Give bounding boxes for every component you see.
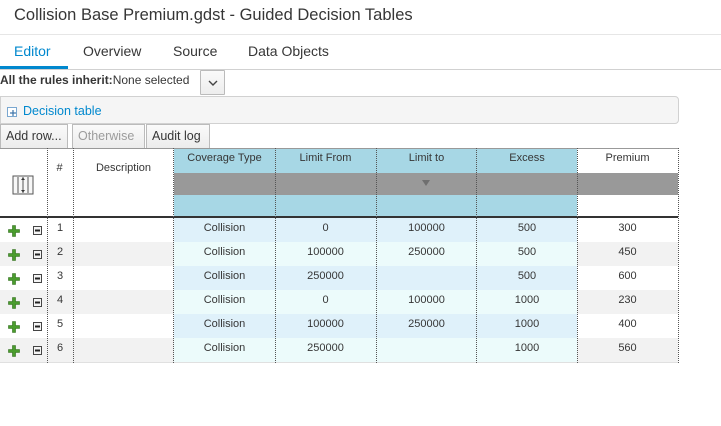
- decision-table-toggle[interactable]: Decision table: [23, 104, 102, 118]
- tab-editor[interactable]: Editor: [14, 43, 51, 59]
- row-number: 1: [57, 222, 64, 234]
- row-number: 2: [57, 246, 64, 258]
- cell-description[interactable]: [74, 342, 173, 358]
- inherit-row: All the rules inherit:None selected: [0, 73, 189, 87]
- header-coverage-type[interactable]: Coverage Type: [174, 152, 275, 164]
- tab-data-objects[interactable]: Data Objects: [248, 43, 329, 59]
- cell-excess[interactable]: 500: [477, 270, 577, 286]
- cell-limit-from[interactable]: 0: [275, 222, 376, 238]
- add-row-plus-icon[interactable]: [8, 297, 20, 309]
- add-row-plus-icon[interactable]: [8, 345, 20, 357]
- cell-description[interactable]: [74, 294, 173, 310]
- active-tab-indicator: [0, 66, 68, 69]
- tab-source[interactable]: Source: [173, 43, 217, 59]
- cell-premium[interactable]: 230: [577, 294, 678, 310]
- cell-excess[interactable]: 500: [477, 222, 577, 238]
- cell-excess[interactable]: 500: [477, 246, 577, 262]
- add-row-plus-icon[interactable]: [8, 249, 20, 261]
- cell-limit-to[interactable]: 100000: [376, 222, 477, 238]
- cell-coverage-type[interactable]: Collision: [174, 294, 275, 310]
- cell-limit-to[interactable]: 100000: [376, 294, 477, 310]
- tab-bar: Editor Overview Source Data Objects: [0, 35, 721, 70]
- header-excess[interactable]: Excess: [477, 152, 577, 164]
- delete-row-minus-icon[interactable]: [33, 226, 42, 235]
- cell-description[interactable]: [74, 222, 173, 238]
- cell-excess[interactable]: 1000: [477, 294, 577, 310]
- column-divider: [275, 148, 276, 363]
- decision-table-panel: Decision table: [0, 96, 679, 124]
- cell-premium[interactable]: 400: [577, 318, 678, 334]
- inherit-dropdown-button[interactable]: [200, 70, 225, 95]
- cell-limit-from[interactable]: 250000: [275, 270, 376, 286]
- cell-limit-to[interactable]: 250000: [376, 318, 477, 334]
- cell-limit-from[interactable]: 100000: [275, 318, 376, 334]
- row-number: 3: [57, 270, 64, 282]
- add-row-button[interactable]: Add row...: [0, 124, 68, 149]
- inherit-label: All the rules inherit:: [0, 73, 113, 87]
- header-description[interactable]: Description: [74, 162, 173, 174]
- audit-log-button[interactable]: Audit log: [146, 124, 210, 149]
- column-divider: [73, 148, 74, 363]
- tab-overview[interactable]: Overview: [83, 43, 141, 59]
- chevron-down-icon: [208, 80, 218, 86]
- cell-coverage-type[interactable]: Collision: [174, 318, 275, 334]
- cell-premium[interactable]: 600: [577, 270, 678, 286]
- column-divider: [173, 148, 174, 363]
- triangle-down-icon[interactable]: [422, 180, 430, 186]
- cell-excess[interactable]: 1000: [477, 342, 577, 358]
- cell-limit-from[interactable]: 100000: [275, 246, 376, 262]
- row-number: 4: [57, 294, 64, 306]
- cell-description[interactable]: [74, 246, 173, 262]
- column-divider: [577, 148, 578, 363]
- expand-icon[interactable]: [7, 107, 17, 117]
- add-row-plus-icon[interactable]: [8, 225, 20, 237]
- cell-premium[interactable]: 450: [577, 246, 678, 262]
- cell-coverage-type[interactable]: Collision: [174, 246, 275, 262]
- cell-coverage-type[interactable]: Collision: [174, 270, 275, 286]
- cell-premium[interactable]: 300: [577, 222, 678, 238]
- otherwise-button[interactable]: Otherwise: [72, 124, 145, 149]
- delete-row-minus-icon[interactable]: [33, 322, 42, 331]
- header-limit-from[interactable]: Limit From: [275, 152, 376, 164]
- column-divider: [678, 148, 679, 363]
- cell-description[interactable]: [74, 270, 173, 286]
- cell-premium[interactable]: 560: [577, 342, 678, 358]
- header-limit-to[interactable]: Limit to: [376, 152, 477, 164]
- cell-excess[interactable]: 1000: [477, 318, 577, 334]
- inherit-value: None selected: [112, 73, 190, 87]
- column-divider: [47, 148, 48, 363]
- row-number: 6: [57, 342, 64, 354]
- delete-row-minus-icon[interactable]: [33, 346, 42, 355]
- column-divider: [476, 148, 477, 363]
- cell-limit-to[interactable]: [376, 342, 477, 358]
- delete-row-minus-icon[interactable]: [33, 250, 42, 259]
- column-toggle-icon[interactable]: [12, 175, 34, 195]
- decision-table-grid: # Description Coverage Type Limit From L…: [0, 148, 721, 363]
- add-row-plus-icon[interactable]: [8, 273, 20, 285]
- add-row-plus-icon[interactable]: [8, 321, 20, 333]
- header-number: #: [56, 162, 63, 174]
- delete-row-minus-icon[interactable]: [33, 274, 42, 283]
- cell-limit-from[interactable]: 0: [275, 294, 376, 310]
- cell-limit-to[interactable]: [376, 270, 477, 286]
- cell-coverage-type[interactable]: Collision: [174, 222, 275, 238]
- cell-coverage-type[interactable]: Collision: [174, 342, 275, 358]
- row-number: 5: [57, 318, 64, 330]
- cell-description[interactable]: [74, 318, 173, 334]
- cell-limit-from[interactable]: 250000: [275, 342, 376, 358]
- delete-row-minus-icon[interactable]: [33, 298, 42, 307]
- column-divider: [376, 148, 377, 363]
- page-title: Collision Base Premium.gdst - Guided Dec…: [14, 6, 413, 24]
- cell-limit-to[interactable]: 250000: [376, 246, 477, 262]
- header-premium[interactable]: Premium: [577, 152, 678, 164]
